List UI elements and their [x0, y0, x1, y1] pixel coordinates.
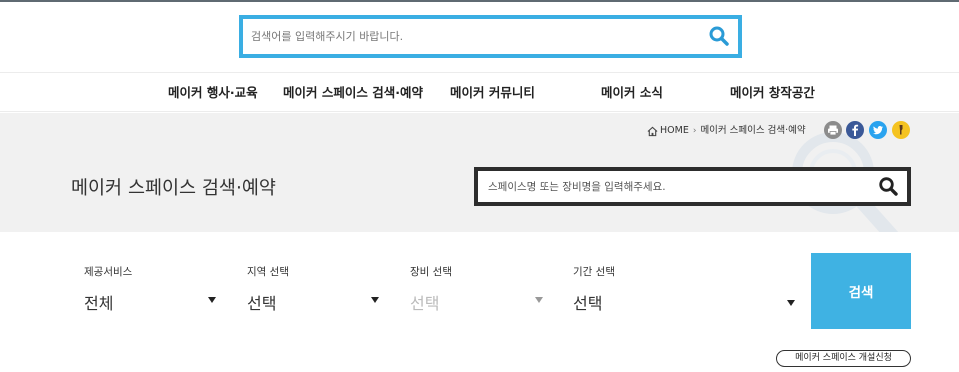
- search-button[interactable]: 검색: [811, 253, 911, 329]
- home-icon: [647, 126, 658, 136]
- filter-service: 제공서비스 전체: [84, 264, 133, 313]
- nav-item-community[interactable]: 메이커 커뮤니티: [450, 73, 535, 113]
- equipment-select[interactable]: 선택: [410, 290, 439, 314]
- header-search-button[interactable]: [708, 25, 730, 47]
- search-icon: [879, 177, 898, 196]
- period-select[interactable]: 선택: [573, 290, 602, 314]
- breadcrumb-home-link[interactable]: HOME: [660, 123, 689, 139]
- twitter-share-button[interactable]: [869, 121, 887, 139]
- chevron-down-icon[interactable]: [535, 297, 543, 303]
- chevron-down-icon[interactable]: [787, 300, 795, 306]
- top-border: [0, 0, 959, 2]
- twitter-icon: [873, 126, 883, 135]
- main-nav: 메이커 행사·교육 메이커 스페이스 검색·예약 메이커 커뮤니티 메이커 소식…: [0, 72, 959, 112]
- filter-label: 제공서비스: [84, 266, 133, 278]
- filter-period: 기간 선택 선택: [573, 264, 615, 313]
- filter-label: 기간 선택: [573, 266, 615, 278]
- breadcrumb: HOME › 메이커 스페이스 검색·예약: [647, 123, 806, 139]
- chevron-right-icon: ›: [692, 126, 697, 136]
- print-button[interactable]: [824, 121, 842, 139]
- nav-item-creative-space[interactable]: 메이커 창작공간: [730, 73, 815, 113]
- filter-label: 지역 선택: [247, 266, 289, 278]
- kakaostory-icon: [899, 125, 903, 135]
- kakaostory-share-button[interactable]: [892, 121, 910, 139]
- hero-banner: HOME › 메이커 스페이스 검색·예약 메이커 스페이스 검색·예약: [0, 113, 959, 232]
- chevron-down-icon[interactable]: [371, 297, 379, 303]
- chevron-down-icon[interactable]: [208, 297, 216, 303]
- breadcrumb-current: 메이커 스페이스 검색·예약: [700, 125, 806, 136]
- facebook-share-button[interactable]: [846, 121, 864, 139]
- space-search-input[interactable]: [488, 171, 858, 202]
- search-icon: [709, 26, 729, 46]
- open-space-application-button[interactable]: 메이커 스페이스 개설신청: [776, 350, 911, 367]
- space-search-button[interactable]: [878, 176, 899, 197]
- nav-item-news[interactable]: 메이커 소식: [601, 73, 663, 113]
- print-icon: [828, 125, 838, 136]
- service-select[interactable]: 전체: [84, 290, 113, 314]
- nav-item-space-search[interactable]: 메이커 스페이스 검색·예약: [283, 73, 423, 113]
- filter-equipment: 장비 선택 선택: [410, 264, 452, 313]
- filter-region: 지역 선택 선택: [247, 264, 289, 313]
- region-select[interactable]: 선택: [247, 290, 276, 314]
- filter-label: 장비 선택: [410, 266, 452, 278]
- header-search-input[interactable]: [251, 19, 691, 54]
- nav-item-events[interactable]: 메이커 행사·교육: [168, 73, 258, 113]
- facebook-icon: [852, 124, 859, 136]
- header-search-box: [239, 15, 742, 58]
- page-title: 메이커 스페이스 검색·예약: [71, 178, 276, 199]
- space-search-box: [474, 167, 911, 206]
